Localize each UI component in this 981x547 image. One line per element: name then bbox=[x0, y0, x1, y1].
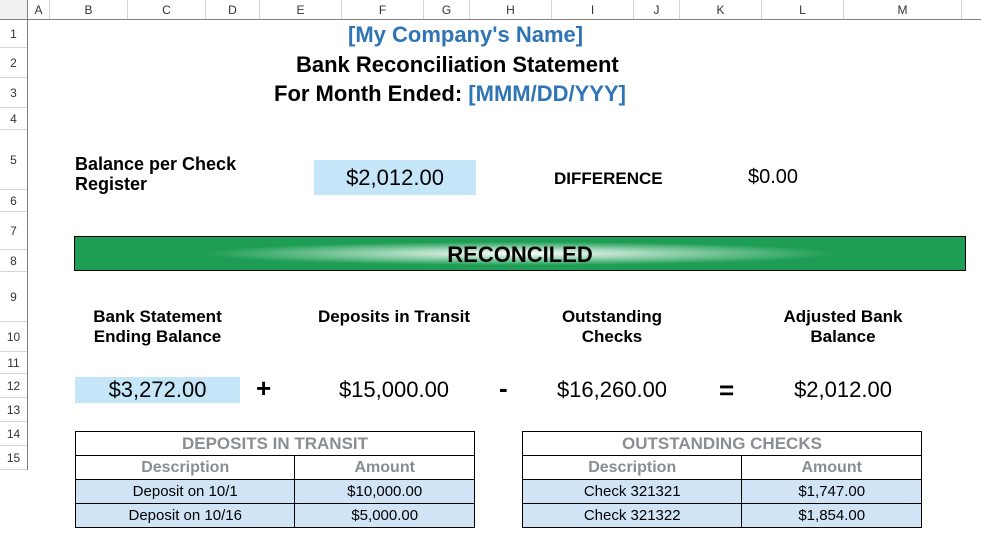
difference-value[interactable]: $0.00 bbox=[748, 166, 798, 189]
row-header-4[interactable]: 4 bbox=[0, 108, 27, 130]
row-header-2[interactable]: 2 bbox=[0, 48, 27, 78]
deposits-col-description: Description bbox=[76, 456, 295, 480]
checks-table[interactable]: OUTSTANDING CHECKS Description Amount Ch… bbox=[522, 431, 922, 528]
period-line: For Month Ended: [MMM/DD/YYY] bbox=[274, 81, 626, 107]
deposit-description: Deposit on 10/16 bbox=[76, 504, 295, 528]
table-row[interactable]: Deposit on 10/1 $10,000.00 bbox=[76, 480, 475, 504]
plus-operator: + bbox=[256, 373, 271, 404]
check-description: Check 321322 bbox=[523, 504, 742, 528]
minus-operator: - bbox=[499, 373, 508, 404]
bank-ending-balance-value[interactable]: $3,272.00 bbox=[75, 377, 240, 403]
row-header-5[interactable]: 5 bbox=[0, 130, 27, 190]
check-amount: $1,747.00 bbox=[742, 480, 922, 504]
select-all-corner[interactable] bbox=[0, 0, 28, 19]
deposits-table-title: DEPOSITS IN TRANSIT bbox=[76, 432, 475, 456]
row-header-15[interactable]: 15 bbox=[0, 446, 27, 470]
row-header-column: 123456789101112131415 bbox=[0, 20, 28, 470]
deposit-amount: $5,000.00 bbox=[295, 504, 475, 528]
row-header-8[interactable]: 8 bbox=[0, 250, 27, 272]
period-value: [MMM/DD/YYY] bbox=[468, 81, 626, 106]
checks-col-description: Description bbox=[523, 456, 742, 480]
check-amount: $1,854.00 bbox=[742, 504, 922, 528]
table-row[interactable]: Deposit on 10/16 $5,000.00 bbox=[76, 504, 475, 528]
column-header-D[interactable]: D bbox=[206, 0, 260, 19]
column-header-L[interactable]: L bbox=[762, 0, 844, 19]
row-header-3[interactable]: 3 bbox=[0, 78, 27, 108]
deposit-description: Deposit on 10/1 bbox=[76, 480, 295, 504]
balance-per-check-label: Balance per Check Register bbox=[75, 155, 275, 195]
deposits-in-transit-label: Deposits in Transit bbox=[314, 307, 474, 327]
column-header-A[interactable]: A bbox=[28, 0, 50, 19]
row-header-14[interactable]: 14 bbox=[0, 422, 27, 446]
row-header-10[interactable]: 10 bbox=[0, 322, 27, 352]
column-header-row: ABCDEFGHIJKLM bbox=[0, 0, 981, 20]
check-description: Check 321321 bbox=[523, 480, 742, 504]
period-prefix: For Month Ended: bbox=[274, 81, 468, 106]
bank-ending-balance-label: Bank Statement Ending Balance bbox=[75, 307, 240, 346]
checks-col-amount: Amount bbox=[742, 456, 922, 480]
column-header-I[interactable]: I bbox=[552, 0, 634, 19]
column-header-F[interactable]: F bbox=[342, 0, 424, 19]
column-header-C[interactable]: C bbox=[128, 0, 206, 19]
equals-operator: = bbox=[719, 375, 734, 406]
column-header-K[interactable]: K bbox=[680, 0, 762, 19]
row-header-6[interactable]: 6 bbox=[0, 190, 27, 212]
difference-label: DIFFERENCE bbox=[554, 169, 663, 189]
checks-table-title: OUTSTANDING CHECKS bbox=[523, 432, 922, 456]
deposits-in-transit-value[interactable]: $15,000.00 bbox=[314, 377, 474, 403]
company-name: [My Company's Name] bbox=[348, 22, 583, 48]
spreadsheet-grid[interactable]: [My Company's Name] Bank Reconciliation … bbox=[28, 20, 981, 547]
table-row[interactable]: Check 321321 $1,747.00 bbox=[523, 480, 922, 504]
adjusted-bank-balance-label: Adjusted Bank Balance bbox=[753, 307, 933, 346]
column-header-E[interactable]: E bbox=[260, 0, 342, 19]
row-header-1[interactable]: 1 bbox=[0, 20, 27, 48]
column-header-B[interactable]: B bbox=[50, 0, 128, 19]
column-header-H[interactable]: H bbox=[470, 0, 552, 19]
deposit-amount: $10,000.00 bbox=[295, 480, 475, 504]
adjusted-bank-balance-value[interactable]: $2,012.00 bbox=[753, 377, 933, 403]
column-header-J[interactable]: J bbox=[634, 0, 680, 19]
column-header-G[interactable]: G bbox=[424, 0, 470, 19]
row-header-7[interactable]: 7 bbox=[0, 212, 27, 250]
outstanding-checks-label: Outstanding Checks bbox=[532, 307, 692, 346]
row-header-13[interactable]: 13 bbox=[0, 398, 27, 422]
deposits-col-amount: Amount bbox=[295, 456, 475, 480]
column-header-M[interactable]: M bbox=[844, 0, 962, 19]
row-header-11[interactable]: 11 bbox=[0, 352, 27, 374]
row-header-12[interactable]: 12 bbox=[0, 374, 27, 398]
deposits-table[interactable]: DEPOSITS IN TRANSIT Description Amount D… bbox=[75, 431, 475, 528]
row-header-9[interactable]: 9 bbox=[0, 272, 27, 322]
reconciled-banner: RECONCILED bbox=[74, 236, 966, 271]
table-row[interactable]: Check 321322 $1,854.00 bbox=[523, 504, 922, 528]
balance-per-check-value[interactable]: $2,012.00 bbox=[314, 160, 476, 195]
document-title: Bank Reconciliation Statement bbox=[296, 52, 619, 78]
outstanding-checks-value[interactable]: $16,260.00 bbox=[532, 377, 692, 403]
